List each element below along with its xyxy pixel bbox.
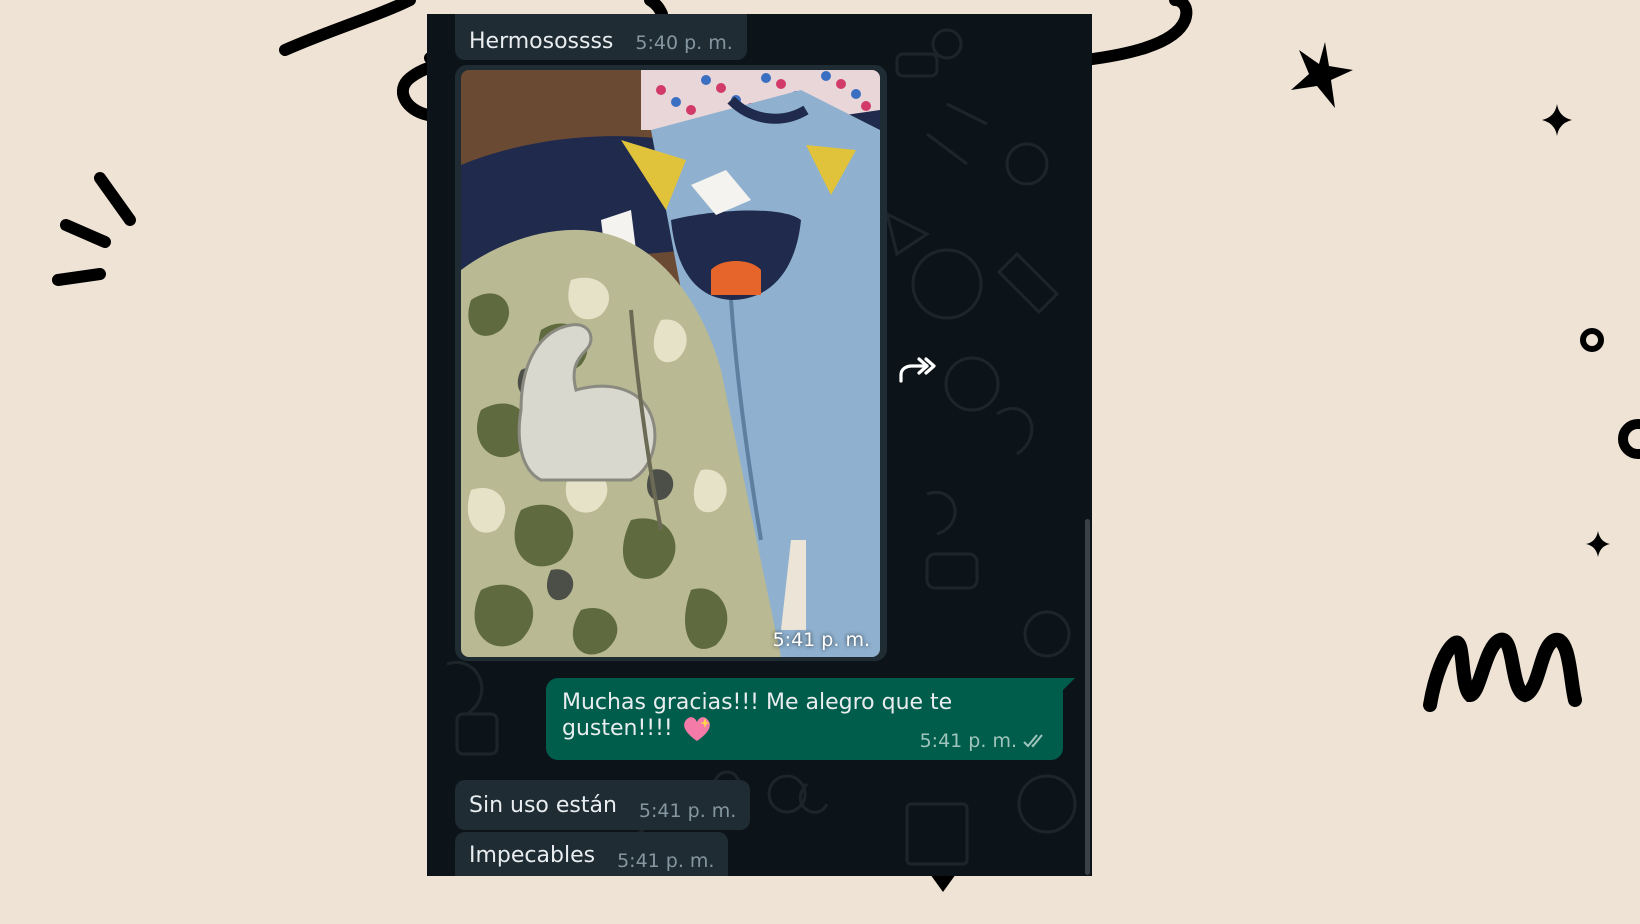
- chat-scrollbar[interactable]: [1085, 519, 1090, 875]
- message-time: 5:41 p. m.: [919, 730, 1017, 752]
- message-meta: 5:41 p. m.: [920, 730, 1049, 752]
- message-text: Muchas gracias!!! Me alegro que te guste…: [562, 690, 953, 741]
- drop-doodle: [930, 874, 956, 892]
- zigzag-doodle: [1423, 632, 1582, 712]
- sparkle-doodle: [1542, 104, 1572, 136]
- bubble-tail: [1061, 678, 1075, 692]
- ring-edge-doodle: [1618, 419, 1640, 459]
- loop-top-doodle: [1085, 0, 1193, 66]
- incoming-message[interactable]: Sin uso están 5:41 p. m.: [455, 780, 751, 830]
- message-time: 5:41 p. m.: [772, 629, 870, 651]
- chat-panel[interactable]: Hermosossss 5:40 p. m. 5:41 p. m. Muchas…: [427, 14, 1092, 876]
- forward-icon[interactable]: [897, 351, 937, 391]
- sparkle-small-doodle: [1586, 531, 1610, 557]
- sparkling-heart-icon: [683, 717, 710, 741]
- ring-doodle: [1580, 328, 1604, 352]
- incoming-message[interactable]: Hermosossss 5:40 p. m.: [455, 14, 747, 60]
- message-text: Hermosossss: [469, 29, 614, 54]
- message-text: Impecables: [469, 843, 596, 868]
- outgoing-message[interactable]: Muchas gracias!!! Me alegro que te guste…: [546, 678, 1075, 760]
- message-text: Sin uso están: [469, 793, 617, 818]
- double-check-icon: [1023, 734, 1043, 748]
- baby-pajamas-image: [461, 70, 880, 657]
- message-time: 5:41 p. m.: [638, 800, 737, 822]
- message-time: 5:40 p. m.: [635, 32, 733, 54]
- star-doodle: [1291, 42, 1353, 108]
- incoming-message[interactable]: Impecables 5:41 p. m.: [455, 832, 729, 876]
- clothes-photo[interactable]: 5:41 p. m.: [461, 70, 880, 657]
- incoming-photo-message[interactable]: 5:41 p. m.: [455, 65, 887, 661]
- message-time: 5:41 p. m.: [617, 850, 715, 872]
- burst-lines-doodle: [52, 172, 136, 286]
